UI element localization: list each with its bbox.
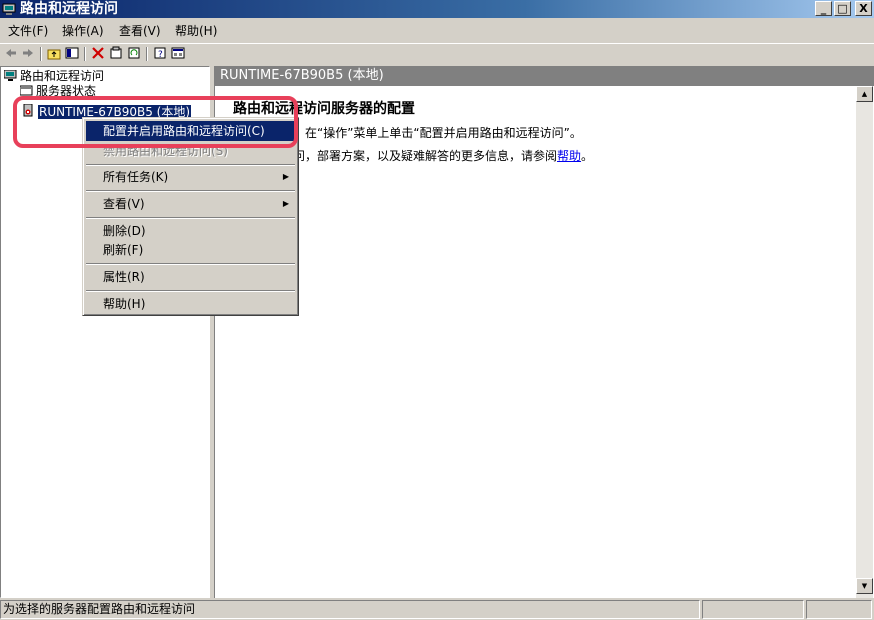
help-icon[interactable]: ? xyxy=(152,46,168,62)
svg-text:?: ? xyxy=(158,50,163,60)
close-button[interactable]: X xyxy=(855,1,872,16)
delete-icon[interactable] xyxy=(90,46,106,62)
tree-root-label: 路由和远程访问 xyxy=(20,69,105,83)
status-panel-2 xyxy=(702,600,804,619)
menu-view[interactable]: 查看(V) ▶ xyxy=(86,194,295,214)
toolbar-separator xyxy=(146,47,148,61)
toolbar-separator xyxy=(40,47,42,61)
vertical-scrollbar[interactable]: ▲ ▼ xyxy=(856,86,873,598)
menu-view-label: 查看(V) xyxy=(103,197,145,211)
scroll-down-button[interactable]: ▼ xyxy=(856,578,873,594)
highlight-annotation xyxy=(13,96,298,148)
menu-all-tasks[interactable]: 所有任务(K) ▶ xyxy=(86,167,295,187)
server-status-icon xyxy=(19,85,33,96)
console-icon[interactable] xyxy=(170,46,186,62)
menu-delete[interactable]: 删除(D) xyxy=(86,221,295,241)
tree-root[interactable]: 路由和远程访问 xyxy=(3,69,105,83)
up-folder-icon[interactable] xyxy=(46,46,62,62)
show-hide-tree-icon[interactable] xyxy=(64,46,80,62)
refresh-icon[interactable] xyxy=(126,46,142,62)
submenu-arrow-icon: ▶ xyxy=(282,172,289,181)
back-icon[interactable] xyxy=(3,46,19,62)
content-line-2-end: 。 xyxy=(581,149,594,163)
menu-separator xyxy=(86,190,295,192)
scroll-up-button[interactable]: ▲ xyxy=(856,86,873,102)
menu-all-tasks-label: 所有任务(K) xyxy=(103,170,169,184)
properties-icon[interactable] xyxy=(108,46,124,62)
routing-root-icon xyxy=(3,69,17,81)
menu-help[interactable]: 帮助(H) xyxy=(86,294,295,314)
window-title: 路由和远程访问 xyxy=(20,1,118,17)
maximize-button[interactable]: □ xyxy=(834,1,851,16)
submenu-arrow-icon: ▶ xyxy=(282,199,289,208)
menu-action[interactable]: 操作(A) xyxy=(62,23,104,39)
menu-separator xyxy=(86,217,295,219)
forward-icon[interactable] xyxy=(20,46,36,62)
menu-separator xyxy=(86,263,295,265)
toolbar: ? xyxy=(0,43,874,63)
menu-bar: 文件(F) 操作(A) 查看(V) 帮助(H) xyxy=(0,20,874,42)
toolbar-separator xyxy=(84,47,86,61)
title-bar: 路由和远程访问 _ □ X xyxy=(0,0,874,18)
menu-help[interactable]: 帮助(H) xyxy=(175,23,217,39)
right-pane-header: RUNTIME-67B90B5 (本地) xyxy=(214,66,874,86)
menu-refresh[interactable]: 刷新(F) xyxy=(86,240,295,260)
menu-file[interactable]: 文件(F) xyxy=(8,23,48,39)
status-panel-3 xyxy=(806,600,872,619)
menu-separator xyxy=(86,164,295,166)
details-pane: 路由和远程访问服务器的配置 和远程访问，在“操作”菜单上单击“配置并启用路由和远… xyxy=(214,86,874,598)
status-bar: 为选择的服务器配置路由和远程访问 xyxy=(0,599,874,620)
minimize-button[interactable]: _ xyxy=(815,1,832,16)
app-icon xyxy=(2,2,16,16)
menu-separator xyxy=(86,290,295,292)
menu-properties[interactable]: 属性(R) xyxy=(86,267,295,287)
help-link[interactable]: 帮助 xyxy=(557,149,581,163)
status-text: 为选择的服务器配置路由和远程访问 xyxy=(0,600,700,619)
menu-view[interactable]: 查看(V) xyxy=(119,23,161,39)
